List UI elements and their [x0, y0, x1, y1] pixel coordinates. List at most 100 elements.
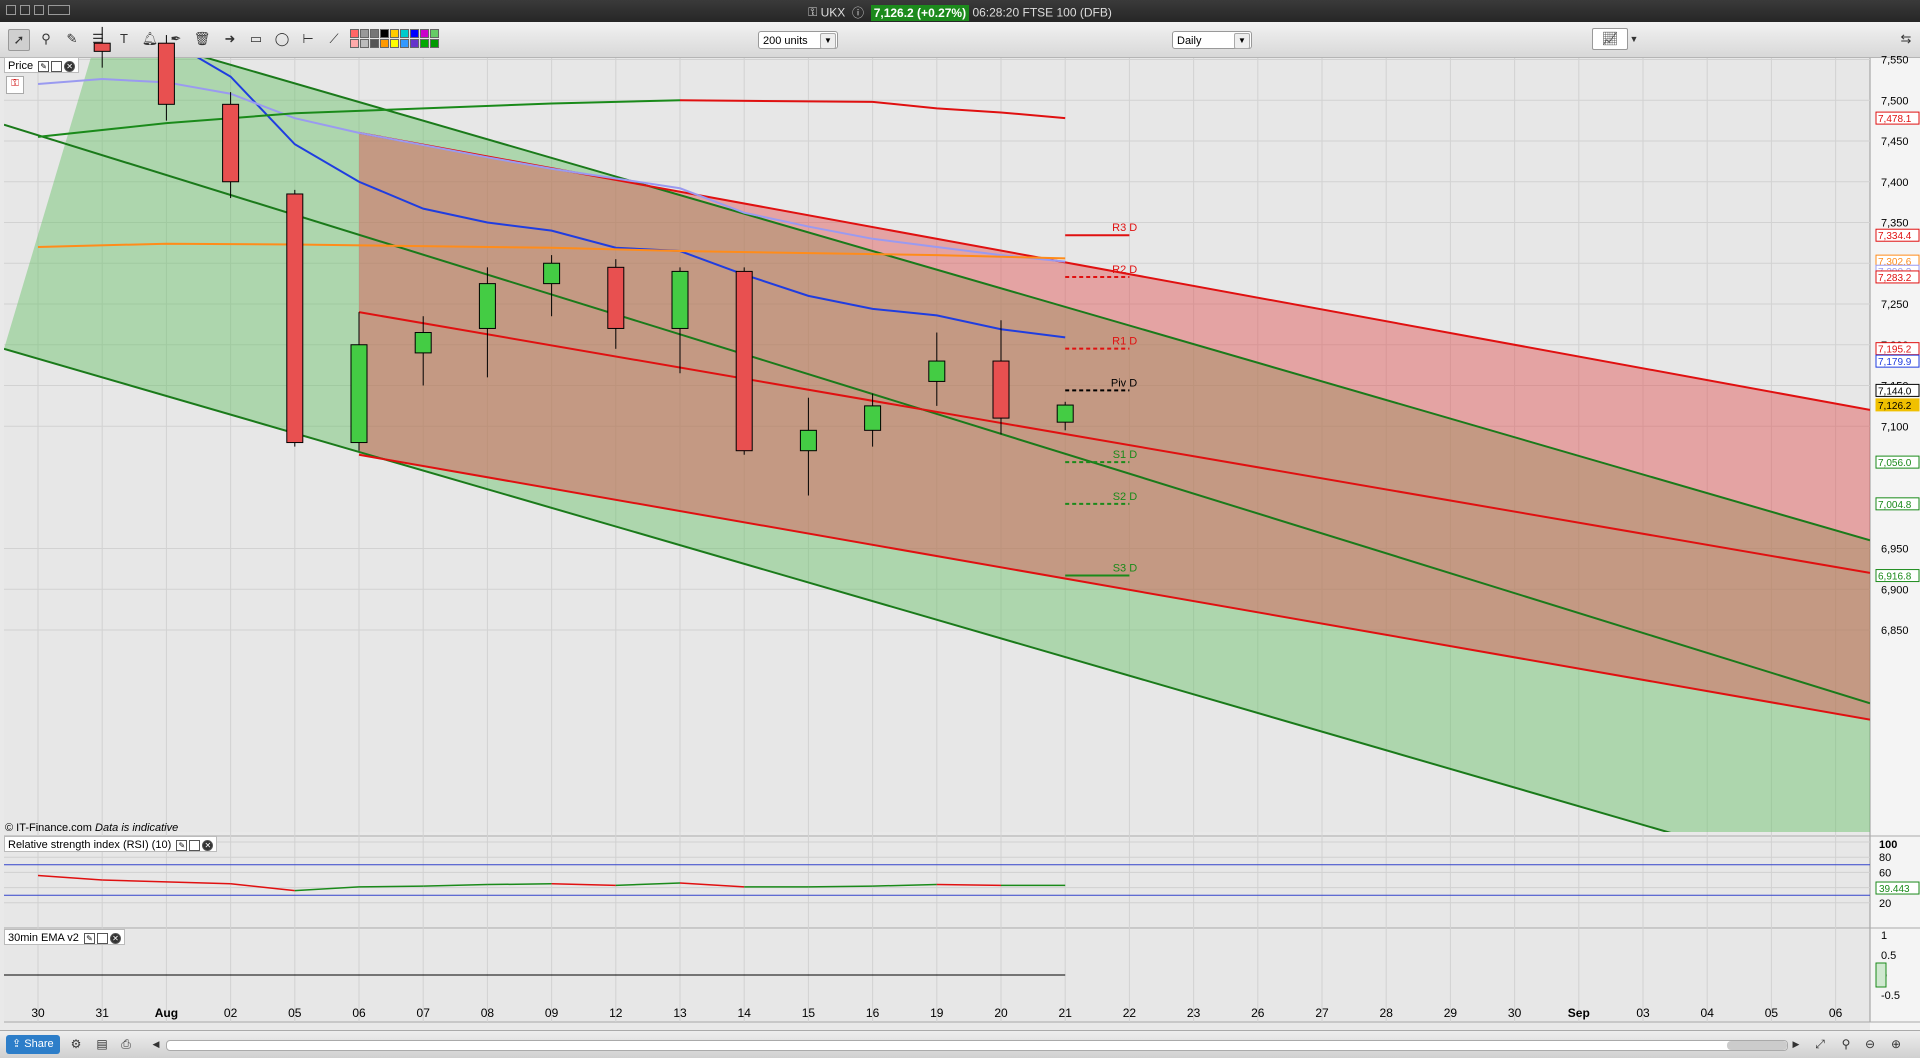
ema-tick-label: -0.5: [1881, 990, 1900, 1002]
price-badge-text: 7,283.2: [1878, 273, 1912, 284]
x-tick-label: 04: [1701, 1006, 1715, 1020]
rsi-tick-label: 80: [1879, 852, 1891, 864]
candle-body: [414, 332, 432, 354]
scroll-left-icon[interactable]: ◀: [148, 1036, 164, 1052]
x-tick-label: 03: [1636, 1006, 1650, 1020]
x-tick-label: 06: [352, 1006, 366, 1020]
candle-body: [543, 262, 561, 285]
y-tick-label: 7,550: [1881, 55, 1909, 67]
ema-panel-label: 30min EMA v2: [8, 932, 79, 944]
x-tick-label: 08: [481, 1006, 495, 1020]
pivot-label: R2 D: [1112, 264, 1137, 276]
x-tick-label: 19: [930, 1006, 944, 1020]
pivot-label: Piv D: [1111, 377, 1137, 389]
price-badge-text: 7,334.4: [1878, 231, 1912, 242]
x-tick-label: 05: [288, 1006, 302, 1020]
rsi-tick-label: 100: [1879, 839, 1897, 851]
rsi-panel-header: Relative strength index (RSI) (10) ✎ ✕: [4, 836, 218, 852]
ema-panel-header: 30min EMA v2 ✎ ✕: [4, 929, 125, 945]
x-tick-label: 05: [1765, 1006, 1779, 1020]
x-tick-label: 20: [994, 1006, 1008, 1020]
y-tick-label: 7,500: [1881, 95, 1909, 107]
x-tick-label: 30: [1508, 1006, 1522, 1020]
x-tick-label: 30: [31, 1006, 45, 1020]
x-tick-label: 29: [1444, 1006, 1458, 1020]
x-tick-label: 06: [1829, 1006, 1843, 1020]
wrench-icon[interactable]: ✎: [38, 60, 50, 72]
rsi-line-segment: [808, 885, 873, 888]
share-button[interactable]: ⇪ Share: [6, 1035, 60, 1054]
pivot-label: R3 D: [1112, 222, 1137, 234]
scrollbar-thumb[interactable]: [1727, 1041, 1787, 1050]
candle-body: [735, 270, 753, 452]
price-badge-text: 7,056.0: [1878, 458, 1912, 469]
candle-body: [222, 103, 240, 183]
indicator-toggle-icon[interactable]: ⚿: [6, 76, 24, 94]
fit-chart-icon[interactable]: ⤢: [1812, 1036, 1828, 1052]
x-tick-label: 16: [866, 1006, 880, 1020]
price-badge-text: 7,126.2: [1878, 401, 1912, 412]
share-icon: ⇪: [12, 1038, 25, 1050]
chart-canvas: R3 D R2 D R1 D Piv D S1 D S2 D S3 D 6,850 6,900…: [4, 26, 1920, 1030]
candle-body: [286, 193, 304, 444]
x-tick-label: 22: [1123, 1006, 1137, 1020]
candle-body: [607, 266, 625, 329]
x-tick-label: 14: [738, 1006, 752, 1020]
pivot-label: R1 D: [1112, 336, 1137, 348]
scrollbar-track[interactable]: [166, 1040, 1788, 1051]
price-badge-text: 7,179.9: [1878, 357, 1912, 368]
pivot-label: S2 D: [1113, 491, 1138, 503]
candle-body: [864, 405, 882, 431]
x-tick-label: 09: [545, 1006, 559, 1020]
candle-body: [350, 344, 368, 444]
rsi-line-segment: [936, 883, 1002, 887]
x-tick-label: 13: [673, 1006, 687, 1020]
ema-value-box: [1875, 962, 1887, 988]
candle-body: [1056, 404, 1074, 423]
y-tick-label: 6,950: [1881, 544, 1909, 556]
wrench-icon[interactable]: ✎: [176, 839, 188, 851]
settings-icon[interactable]: ⚙: [68, 1036, 84, 1052]
rsi-tick-label: 60: [1879, 867, 1891, 879]
x-tick-label: 26: [1251, 1006, 1265, 1020]
layout-icon[interactable]: ▤: [94, 1036, 110, 1052]
close-icon[interactable]: ✕: [109, 932, 121, 944]
x-tick-label: Sep: [1568, 1006, 1590, 1020]
y-tick-label: 7,400: [1881, 177, 1909, 189]
window-icon[interactable]: [189, 839, 201, 851]
y-tick-label: 6,900: [1881, 584, 1909, 596]
x-tick-label: 28: [1380, 1006, 1394, 1020]
wrench-icon[interactable]: ✎: [83, 932, 95, 944]
x-tick-label: 07: [417, 1006, 431, 1020]
print-icon[interactable]: ⎙: [118, 1036, 134, 1052]
close-icon[interactable]: ✕: [64, 60, 76, 72]
rsi-line-segment: [487, 883, 552, 886]
window-icon[interactable]: [51, 60, 63, 72]
x-tick-label: 02: [224, 1006, 238, 1020]
price-badge-text: 7,195.2: [1878, 345, 1912, 356]
zoom-out-icon[interactable]: ⊖: [1862, 1036, 1878, 1052]
price-panel-header: Price ✎ ✕: [4, 57, 80, 73]
x-tick-label: 23: [1187, 1006, 1201, 1020]
pivot-label: S1 D: [1113, 449, 1138, 461]
window-icon[interactable]: [96, 932, 108, 944]
x-tick-label: 31: [96, 1006, 110, 1020]
y-tick-label: 7,450: [1881, 136, 1909, 148]
candle-body: [992, 360, 1010, 419]
price-badge-text: 6,916.8: [1878, 572, 1912, 583]
y-tick-label: 7,250: [1881, 299, 1909, 311]
close-icon[interactable]: ✕: [202, 839, 214, 851]
candle-body: [799, 429, 817, 452]
zoom-selection-icon[interactable]: ⚲: [1838, 1036, 1854, 1052]
candle-body: [93, 42, 111, 52]
rsi-tick-label: 20: [1879, 898, 1891, 910]
status-bar: ⇪ Share ⚙ ▤ ⎙ ◀ ▶ ⤢ ⚲ ⊖ ⊕: [0, 1030, 1920, 1058]
ema-tick-label: 1: [1881, 930, 1887, 942]
copyright-line: © IT-Finance.com Data is indicative: [5, 822, 178, 834]
price-panel-label: Price: [8, 60, 34, 72]
scroll-right-icon[interactable]: ▶: [1788, 1036, 1804, 1052]
x-tick-label: 21: [1059, 1006, 1073, 1020]
rsi-panel-label: Relative strength index (RSI) (10): [8, 839, 172, 851]
zoom-in-icon[interactable]: ⊕: [1888, 1036, 1904, 1052]
share-label: Share: [24, 1038, 54, 1050]
